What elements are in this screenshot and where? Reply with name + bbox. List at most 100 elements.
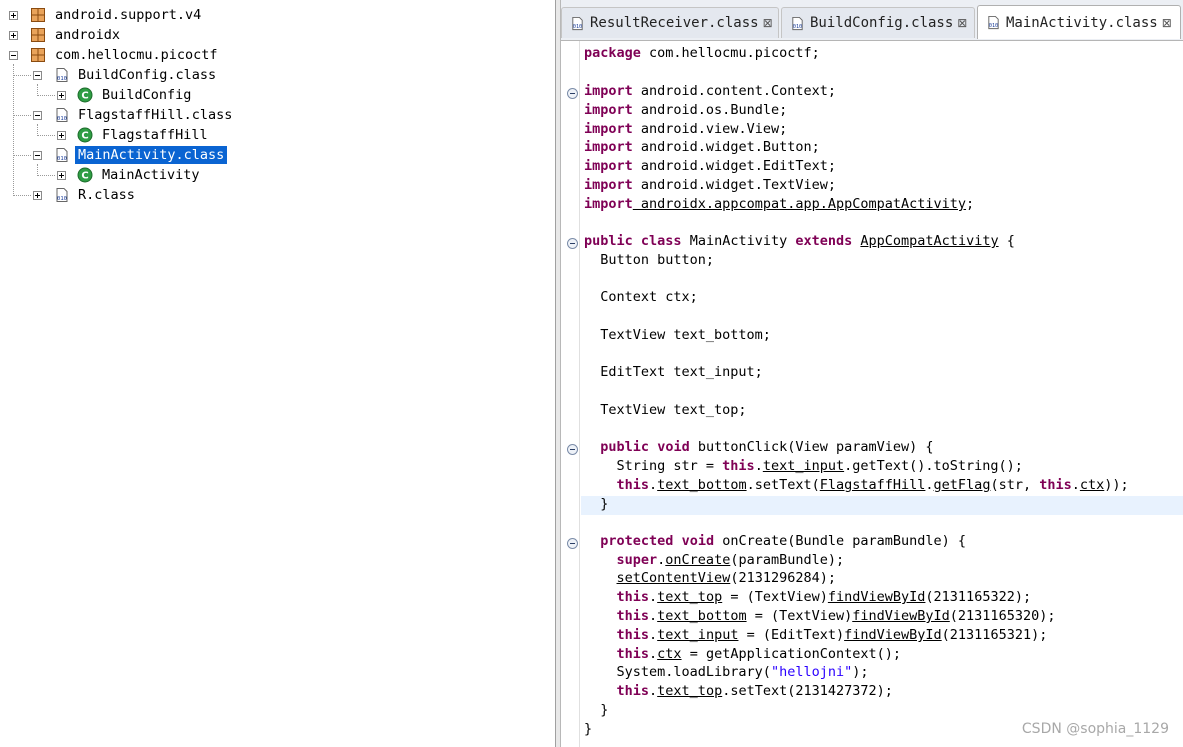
svg-text:010: 010 xyxy=(793,24,802,30)
code-line: TextView text_top; xyxy=(584,402,747,418)
close-tab-icon[interactable]: ⊠ xyxy=(1162,16,1172,30)
tree-item-label[interactable]: android.support.v4 xyxy=(52,6,204,24)
code-line: TextView text_bottom; xyxy=(584,327,771,343)
class-file-icon: 010 xyxy=(56,68,68,82)
collapse-toggle-icon[interactable] xyxy=(33,71,42,80)
tab-label: MainActivity.class xyxy=(1006,14,1158,31)
tree-item-label[interactable]: MainActivity xyxy=(99,166,203,184)
package-explorer: android.support.v4 androidx com.hellocmu… xyxy=(0,0,556,747)
tab-resultreceiver[interactable]: 010 ResultReceiver.class ⊠ xyxy=(561,7,779,38)
code-line: import android.content.Context; xyxy=(584,83,836,99)
code-line: this.text_bottom.setText(FlagstaffHill.g… xyxy=(616,477,1129,493)
tree-connector xyxy=(13,195,31,196)
tab-mainactivity[interactable]: 010 MainActivity.class ⊠ xyxy=(977,5,1181,39)
code-line: public class MainActivity extends AppCom… xyxy=(584,233,1015,249)
class-icon: C xyxy=(77,127,93,143)
collapse-toggle-icon[interactable] xyxy=(9,51,18,60)
collapse-toggle-icon[interactable] xyxy=(33,151,42,160)
fold-toggle-icon[interactable] xyxy=(567,88,578,99)
svg-text:010: 010 xyxy=(57,116,67,122)
code-line: Context ctx; xyxy=(584,289,698,305)
class-file-icon: 010 xyxy=(56,148,68,162)
class-file-icon: 010 xyxy=(56,188,68,202)
expand-toggle-icon[interactable] xyxy=(9,11,18,20)
code-line: this.text_top = (TextView)findViewById(2… xyxy=(616,589,1032,605)
expand-toggle-icon[interactable] xyxy=(57,91,66,100)
package-icon xyxy=(31,8,45,22)
code-line: package com.hellocmu.picoctf; xyxy=(584,45,820,61)
code-line: import android.widget.Button; xyxy=(584,139,820,155)
svg-text:010: 010 xyxy=(57,196,67,202)
svg-text:010: 010 xyxy=(57,76,67,82)
svg-text:010: 010 xyxy=(57,156,67,162)
close-tab-icon[interactable]: ⊠ xyxy=(957,16,967,30)
code-editor[interactable]: package com.hellocmu.picoctf; import and… xyxy=(561,41,1183,747)
code-line: import android.os.Bundle; xyxy=(584,102,788,118)
class-icon: C xyxy=(77,87,93,103)
code-line: this.text_top.setText(2131427372); xyxy=(616,683,893,699)
code-line: } xyxy=(584,496,609,512)
tree-item-label[interactable]: BuildConfig.class xyxy=(75,66,219,84)
svg-text:C: C xyxy=(81,131,88,142)
code-line: import android.widget.EditText; xyxy=(584,158,836,174)
class-file-icon: 010 xyxy=(792,16,803,30)
tab-label: BuildConfig.class xyxy=(810,15,954,31)
fold-toggle-icon[interactable] xyxy=(567,444,578,455)
tree-item-label[interactable]: BuildConfig xyxy=(99,86,194,104)
code-line: import android.widget.TextView; xyxy=(584,177,836,193)
class-icon: C xyxy=(77,167,93,183)
tab-label: ResultReceiver.class xyxy=(590,15,759,31)
tree-item-label[interactable]: R.class xyxy=(75,186,138,204)
code-line: String str = this.text_input.getText().t… xyxy=(584,458,1023,474)
tree-connector xyxy=(37,95,55,96)
tree-item-label[interactable]: com.hellocmu.picoctf xyxy=(52,46,221,64)
code-line: setContentView(2131296284); xyxy=(616,570,836,586)
tree-connector xyxy=(37,84,38,94)
code-line: this.ctx = getApplicationContext(); xyxy=(616,646,902,662)
tree-connector xyxy=(37,175,55,176)
tree-connector xyxy=(13,155,31,156)
fold-toggle-icon[interactable] xyxy=(567,538,578,549)
tree-item-label[interactable]: androidx xyxy=(52,26,123,44)
tree-item-label-selected[interactable]: MainActivity.class xyxy=(75,146,228,164)
tree-connector xyxy=(13,115,31,116)
svg-text:010: 010 xyxy=(989,23,998,29)
tree-item-label[interactable]: FlagstaffHill.class xyxy=(75,106,235,124)
tree-connector xyxy=(37,124,38,134)
editor-tab-bar: 010 ResultReceiver.class ⊠ 010 BuildConf… xyxy=(561,0,1183,41)
tree-connector xyxy=(13,75,31,76)
class-file-icon: 010 xyxy=(988,15,999,29)
fold-toggle-icon[interactable] xyxy=(567,238,578,249)
expand-toggle-icon[interactable] xyxy=(57,171,66,180)
tree-item-label[interactable]: FlagstaffHill xyxy=(99,126,211,144)
current-line-highlight xyxy=(581,496,1183,515)
expand-toggle-icon[interactable] xyxy=(33,191,42,200)
expand-toggle-icon[interactable] xyxy=(9,31,18,40)
package-icon xyxy=(31,28,45,42)
editor-ruler xyxy=(561,41,580,747)
svg-text:C: C xyxy=(81,91,88,102)
code-line: } xyxy=(584,702,609,718)
code-line: System.loadLibrary("hellojni"); xyxy=(584,664,869,680)
editor-pane: 010 ResultReceiver.class ⊠ 010 BuildConf… xyxy=(561,0,1183,747)
tab-buildconfig[interactable]: 010 BuildConfig.class ⊠ xyxy=(781,7,975,38)
tree-connector xyxy=(13,64,14,194)
svg-text:C: C xyxy=(81,171,88,182)
tree-connector xyxy=(37,135,55,136)
code-line: public void buttonClick(View paramView) … xyxy=(600,439,934,455)
code-line: super.onCreate(paramBundle); xyxy=(616,552,845,568)
code-line: protected void onCreate(Bundle paramBund… xyxy=(600,533,967,549)
expand-toggle-icon[interactable] xyxy=(57,131,66,140)
code-line: import androidx.appcompat.app.AppCompatA… xyxy=(584,196,975,212)
code-line: this.text_bottom = (TextView)findViewByI… xyxy=(616,608,1056,624)
code-line: import android.view.View; xyxy=(584,121,788,137)
code-line: EditText text_input; xyxy=(584,364,763,380)
code-line: this.text_input = (EditText)findViewById… xyxy=(616,627,1048,643)
svg-text:010: 010 xyxy=(573,24,582,30)
class-file-icon: 010 xyxy=(56,108,68,122)
code-line: } xyxy=(584,721,593,737)
watermark: CSDN @sophia_1129 xyxy=(1021,721,1169,737)
collapse-toggle-icon[interactable] xyxy=(33,111,42,120)
close-tab-icon[interactable]: ⊠ xyxy=(763,16,773,30)
package-icon xyxy=(31,48,45,62)
